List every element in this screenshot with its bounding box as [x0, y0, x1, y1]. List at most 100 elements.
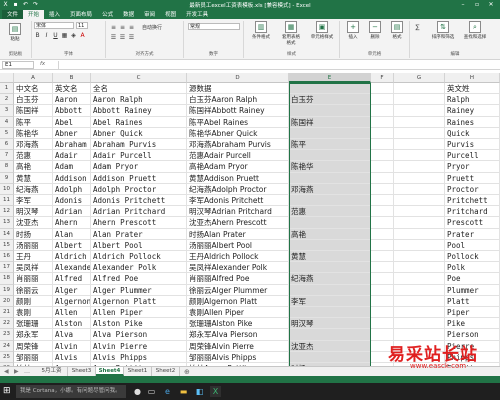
cell-e[interactable]: 陈平: [289, 139, 371, 151]
cell-c[interactable]: Alexander Polk: [91, 262, 187, 274]
cell-a[interactable]: 高艳: [14, 161, 53, 173]
format-cells-button[interactable]: ▤ 格式: [388, 21, 406, 40]
cell-h[interactable]: Pritchard: [445, 206, 500, 218]
cell-g[interactable]: [394, 116, 445, 128]
next-sheet-icon[interactable]: ▶: [14, 368, 19, 375]
cell-e[interactable]: [289, 284, 371, 296]
cell-a[interactable]: 纪海燕: [14, 183, 53, 195]
cell-h[interactable]: Raines: [445, 116, 500, 128]
cell-f[interactable]: [371, 239, 394, 251]
insert-cells-button[interactable]: + 插入: [344, 21, 362, 40]
conditional-format-button[interactable]: ▥ 条件格式: [252, 21, 270, 40]
align-left-icon[interactable]: ☰: [110, 34, 117, 41]
cell-c[interactable]: Abbott Rainey: [91, 105, 187, 117]
cell-b[interactable]: Addison: [53, 172, 91, 184]
cell-b[interactable]: Aldrich: [53, 251, 91, 263]
cell-g[interactable]: [394, 172, 445, 184]
file-explorer-icon[interactable]: ▬: [178, 386, 189, 397]
cell-b[interactable]: Alexander: [53, 262, 91, 274]
cell-d[interactable]: 肖丽丽Alfred Poe: [187, 273, 289, 285]
cell-b[interactable]: Allen: [53, 307, 91, 319]
cell-e[interactable]: 陈艳华: [289, 161, 371, 173]
cell-b[interactable]: Abner: [53, 127, 91, 139]
cell-g[interactable]: [394, 239, 445, 251]
cell-g[interactable]: [394, 251, 445, 263]
cell-h[interactable]: Pruett: [445, 172, 500, 184]
cell-d[interactable]: 陈艳华Abner Quick: [187, 127, 289, 139]
task-view-icon[interactable]: ▭: [146, 386, 157, 397]
cell-a[interactable]: 郑永军: [14, 329, 53, 341]
row-header[interactable]: 21: [0, 307, 14, 319]
cell-d[interactable]: 纪海燕Adolph Proctor: [187, 183, 289, 195]
cell-a[interactable]: 中文名: [14, 83, 53, 95]
cell-e[interactable]: 纪海燕: [289, 273, 371, 285]
cell-f[interactable]: [371, 217, 394, 229]
column-header-a[interactable]: A: [14, 73, 53, 83]
cell-g[interactable]: [394, 307, 445, 319]
cell-g[interactable]: [394, 318, 445, 330]
cell-a[interactable]: 肖丽丽: [14, 273, 53, 285]
cell-h[interactable]: Ralph: [445, 94, 500, 106]
cell-e[interactable]: [289, 83, 371, 95]
cell-f[interactable]: [371, 116, 394, 128]
cell-b[interactable]: Abel: [53, 116, 91, 128]
column-header-b[interactable]: B: [53, 73, 91, 83]
row-header[interactable]: 2: [0, 94, 14, 106]
sort-filter-button[interactable]: ⇅ 排序和筛选: [430, 21, 456, 40]
row-header[interactable]: 6: [0, 139, 14, 151]
cell-f[interactable]: [371, 329, 394, 341]
cell-b[interactable]: Adolph: [53, 183, 91, 195]
cell-d[interactable]: 陈国祥Abbott Rainey: [187, 105, 289, 117]
cell-d[interactable]: 王丹Aldrich Pollock: [187, 251, 289, 263]
cell-e[interactable]: [289, 127, 371, 139]
cell-f[interactable]: [371, 295, 394, 307]
cell-f[interactable]: [371, 172, 394, 184]
cell-g[interactable]: [394, 127, 445, 139]
cell-c[interactable]: 全名: [91, 83, 187, 95]
fill-color-icon[interactable]: ◈: [70, 32, 77, 39]
cell-g[interactable]: [394, 329, 445, 341]
cell-c[interactable]: Abraham Purvis: [91, 139, 187, 151]
formula-input[interactable]: [58, 61, 498, 69]
cell-c[interactable]: Adolph Proctor: [91, 183, 187, 195]
cell-b[interactable]: Ahern: [53, 217, 91, 229]
row-header[interactable]: 14: [0, 228, 14, 240]
fx-icon[interactable]: fx: [40, 61, 45, 67]
cell-g[interactable]: [394, 284, 445, 296]
row-header[interactable]: 18: [0, 273, 14, 285]
cell-b[interactable]: Alvin: [53, 340, 91, 352]
cell-g[interactable]: [394, 273, 445, 285]
tab-formulas[interactable]: 公式: [97, 10, 118, 19]
cell-f[interactable]: [371, 94, 394, 106]
cell-f[interactable]: [371, 228, 394, 240]
restore-icon[interactable]: ▫: [470, 0, 484, 10]
paste-button[interactable]: ▤ 粘贴: [6, 23, 24, 42]
cell-f[interactable]: [371, 206, 394, 218]
cell-h[interactable]: Pierson: [445, 329, 500, 341]
cell-d[interactable]: 徐丽云Alger Plummer: [187, 284, 289, 296]
tab-page-layout[interactable]: 页面布局: [65, 10, 97, 19]
row-header[interactable]: 11: [0, 195, 14, 207]
row-header[interactable]: 8: [0, 161, 14, 173]
cell-b[interactable]: Albert: [53, 239, 91, 251]
cell-e[interactable]: 邓海燕: [289, 183, 371, 195]
cell-a[interactable]: 白玉芬: [14, 94, 53, 106]
cell-a[interactable]: 沈亚杰: [14, 217, 53, 229]
tab-home[interactable]: 开始: [23, 10, 45, 19]
sheet-tab-sheet2[interactable]: Sheet2: [152, 367, 180, 376]
cell-f[interactable]: [371, 127, 394, 139]
cell-d[interactable]: 明汉琴Adrian Pritchard: [187, 206, 289, 218]
cell-g[interactable]: [394, 139, 445, 151]
font-color-icon[interactable]: A: [79, 32, 86, 39]
cell-d[interactable]: 邹丽丽Alvis Phipps: [187, 351, 289, 363]
row-header[interactable]: 1: [0, 83, 14, 95]
cell-e[interactable]: [289, 150, 371, 162]
cell-e[interactable]: [289, 351, 371, 363]
cell-h[interactable]: Quick: [445, 127, 500, 139]
cell-c[interactable]: Allen Piper: [91, 307, 187, 319]
cell-f[interactable]: [371, 284, 394, 296]
cell-c[interactable]: Adrian Pritchard: [91, 206, 187, 218]
cell-f[interactable]: [371, 318, 394, 330]
cell-c[interactable]: Alger Plummer: [91, 284, 187, 296]
cell-g[interactable]: [394, 83, 445, 95]
